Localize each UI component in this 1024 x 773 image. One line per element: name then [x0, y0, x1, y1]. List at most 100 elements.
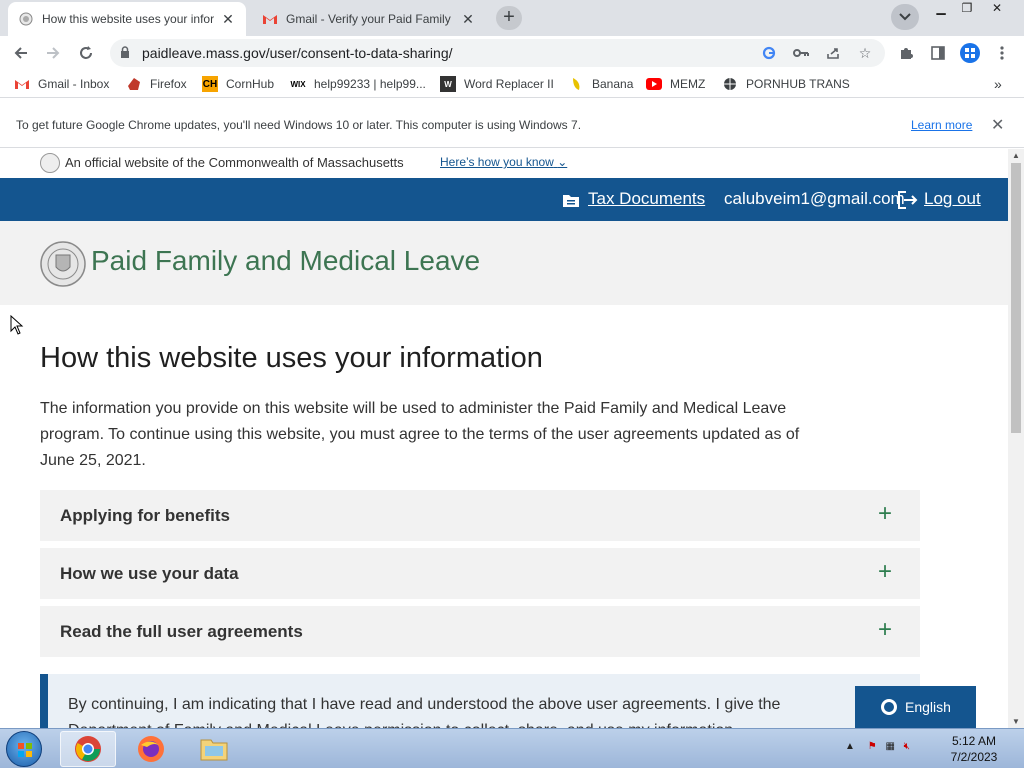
arrow-left-icon	[14, 47, 27, 59]
key-icon[interactable]	[792, 44, 810, 62]
accordion-read-full-user-agreements[interactable]: Read the full user agreements +	[40, 606, 920, 657]
volume-muted-icon[interactable]: 🔇︎	[904, 741, 910, 752]
mass-seal-icon	[40, 153, 60, 173]
taskbar-clock[interactable]: 5:12 AM 7/2/2023	[944, 733, 1004, 765]
youtube-icon	[646, 76, 662, 92]
minimize-button[interactable]: ▁	[927, 0, 955, 18]
bookmark-label: PORNHUB TRANS	[746, 77, 850, 91]
tab-title: How this website uses your infor	[42, 12, 214, 26]
scrollbar-thumb[interactable]	[1011, 163, 1021, 433]
language-selector-button[interactable]: English	[855, 686, 976, 728]
bookmark-banana[interactable]: Banana	[568, 76, 633, 92]
page-scrollbar[interactable]: ▲ ▼	[1008, 149, 1024, 728]
plus-icon: +	[878, 500, 893, 527]
lock-icon[interactable]	[120, 46, 130, 64]
logout-link[interactable]: Log out	[924, 189, 981, 209]
gmail-icon	[14, 76, 30, 92]
folder-icon	[200, 739, 228, 761]
accordion-label: Applying for benefits	[60, 506, 230, 525]
scroll-up-arrow-icon[interactable]: ▲	[1012, 151, 1020, 160]
taskbar-chrome[interactable]	[60, 731, 116, 767]
new-tab-button[interactable]: +	[496, 6, 522, 30]
bookmark-label: help99233 | help99...	[314, 77, 426, 91]
start-button[interactable]	[6, 731, 42, 767]
language-label: English	[905, 699, 951, 715]
brand-title[interactable]: Paid Family and Medical Leave	[91, 245, 480, 277]
bookmark-gmail[interactable]: Gmail - Inbox	[14, 76, 109, 92]
bookmark-cornhub[interactable]: CH CornHub	[202, 76, 274, 92]
tab-consent[interactable]: How this website uses your infor ✕	[8, 2, 246, 36]
side-panel-button[interactable]	[925, 40, 951, 66]
gov-banner: An official website of the Commonwealth …	[0, 149, 1008, 178]
bookmarks-bar: Gmail - Inbox Firefox CH CornHub WIX hel…	[0, 70, 1024, 98]
back-button[interactable]	[8, 40, 34, 66]
tab-strip: How this website uses your infor ✕ Gmail…	[0, 0, 1024, 36]
close-tab-icon[interactable]: ✕	[460, 11, 476, 27]
bookmark-help99233[interactable]: WIX help99233 | help99...	[290, 76, 426, 92]
scroll-down-arrow-icon[interactable]: ▼	[1012, 717, 1020, 726]
bookmark-word-replacer[interactable]: W Word Replacer II	[440, 76, 554, 92]
url-text[interactable]: paidleave.mass.gov/user/consent-to-data-…	[142, 45, 453, 61]
profile-button[interactable]	[957, 40, 983, 66]
page-title: How this website uses your information	[40, 342, 543, 374]
accordion-label: Read the full user agreements	[60, 622, 303, 641]
bookmarks-overflow-chevron-icon[interactable]: »	[994, 76, 1002, 92]
action-center-flag-icon[interactable]: ⚑	[868, 741, 877, 752]
more-vert-icon	[1000, 46, 1004, 60]
bookmark-star-icon[interactable]: ☆	[856, 44, 874, 62]
banana-icon	[568, 76, 584, 92]
chrome-icon	[75, 736, 101, 762]
bookmark-label: Banana	[592, 77, 634, 91]
share-icon[interactable]	[824, 44, 842, 62]
bookmark-label: Word Replacer II	[464, 77, 554, 91]
system-tray: ▲ ⚑ ▦ 🔇︎	[845, 741, 910, 752]
brand-header: Paid Family and Medical Leave	[0, 221, 1008, 305]
bookmark-pornhub-trans[interactable]: PORNHUB TRANS	[722, 76, 850, 92]
restore-button[interactable]: ❐	[953, 0, 981, 18]
tax-documents-link[interactable]: Tax Documents	[588, 189, 705, 209]
extensions-button[interactable]	[893, 40, 919, 66]
consent-text: By continuing, I am indicating that I ha…	[68, 696, 781, 728]
clock-time: 5:12 AM	[951, 734, 997, 748]
top-navigation: Tax Documents calubveim1@gmail.com Log o…	[0, 178, 1008, 221]
bookmark-firefox[interactable]: Firefox	[126, 76, 187, 92]
cornhub-icon: CH	[202, 76, 218, 92]
infobar-message: To get future Google Chrome updates, you…	[16, 118, 582, 132]
page-viewport: An official website of the Commonwealth …	[0, 149, 1008, 728]
mass-seal-logo-icon	[40, 241, 86, 287]
close-window-button[interactable]: ✕	[983, 0, 1011, 18]
reload-button[interactable]	[73, 40, 99, 66]
tray-expand-icon[interactable]: ▲	[845, 741, 855, 752]
taskbar-firefox[interactable]	[123, 731, 179, 767]
mass-seal-favicon-icon	[18, 11, 34, 27]
chevron-down-icon: ⌄	[557, 155, 568, 169]
profile-avatar-icon	[960, 43, 980, 63]
heres-how-you-know-link[interactable]: Here’s how you know ⌄	[440, 155, 567, 169]
taskbar-explorer[interactable]	[186, 731, 242, 767]
bookmark-label: MEMZ	[670, 77, 706, 91]
bookmark-memz[interactable]: MEMZ	[646, 76, 705, 92]
logout-icon	[898, 191, 918, 209]
accordion-how-we-use-your-data[interactable]: How we use your data +	[40, 548, 920, 599]
gov-banner-text: An official website of the Commonwealth …	[65, 155, 404, 170]
menu-button[interactable]	[989, 40, 1015, 66]
tab-search-button[interactable]	[891, 4, 919, 30]
plus-icon: +	[878, 616, 893, 643]
bookmark-label: Gmail - Inbox	[38, 77, 110, 91]
forward-button[interactable]	[40, 40, 66, 66]
bookmark-label: CornHub	[226, 77, 275, 91]
close-tab-icon[interactable]: ✕	[220, 11, 236, 27]
mouse-cursor-icon	[10, 315, 24, 335]
tab-gmail[interactable]: Gmail - Verify your Paid Family ar ✕	[252, 2, 486, 36]
accordion-applying-for-benefits[interactable]: Applying for benefits +	[40, 490, 920, 541]
windows-logo-icon	[18, 743, 32, 757]
reload-icon	[80, 46, 92, 59]
close-icon[interactable]: ✕	[991, 115, 1004, 135]
google-icon[interactable]	[760, 44, 778, 62]
address-bar[interactable]: paidleave.mass.gov/user/consent-to-data-…	[110, 39, 885, 67]
plus-icon: +	[878, 558, 893, 585]
network-icon[interactable]: ▦	[885, 741, 894, 752]
learn-more-link[interactable]: Learn more	[911, 118, 972, 132]
language-ring-icon	[881, 699, 897, 715]
chrome-update-infobar: To get future Google Chrome updates, you…	[0, 102, 1024, 148]
